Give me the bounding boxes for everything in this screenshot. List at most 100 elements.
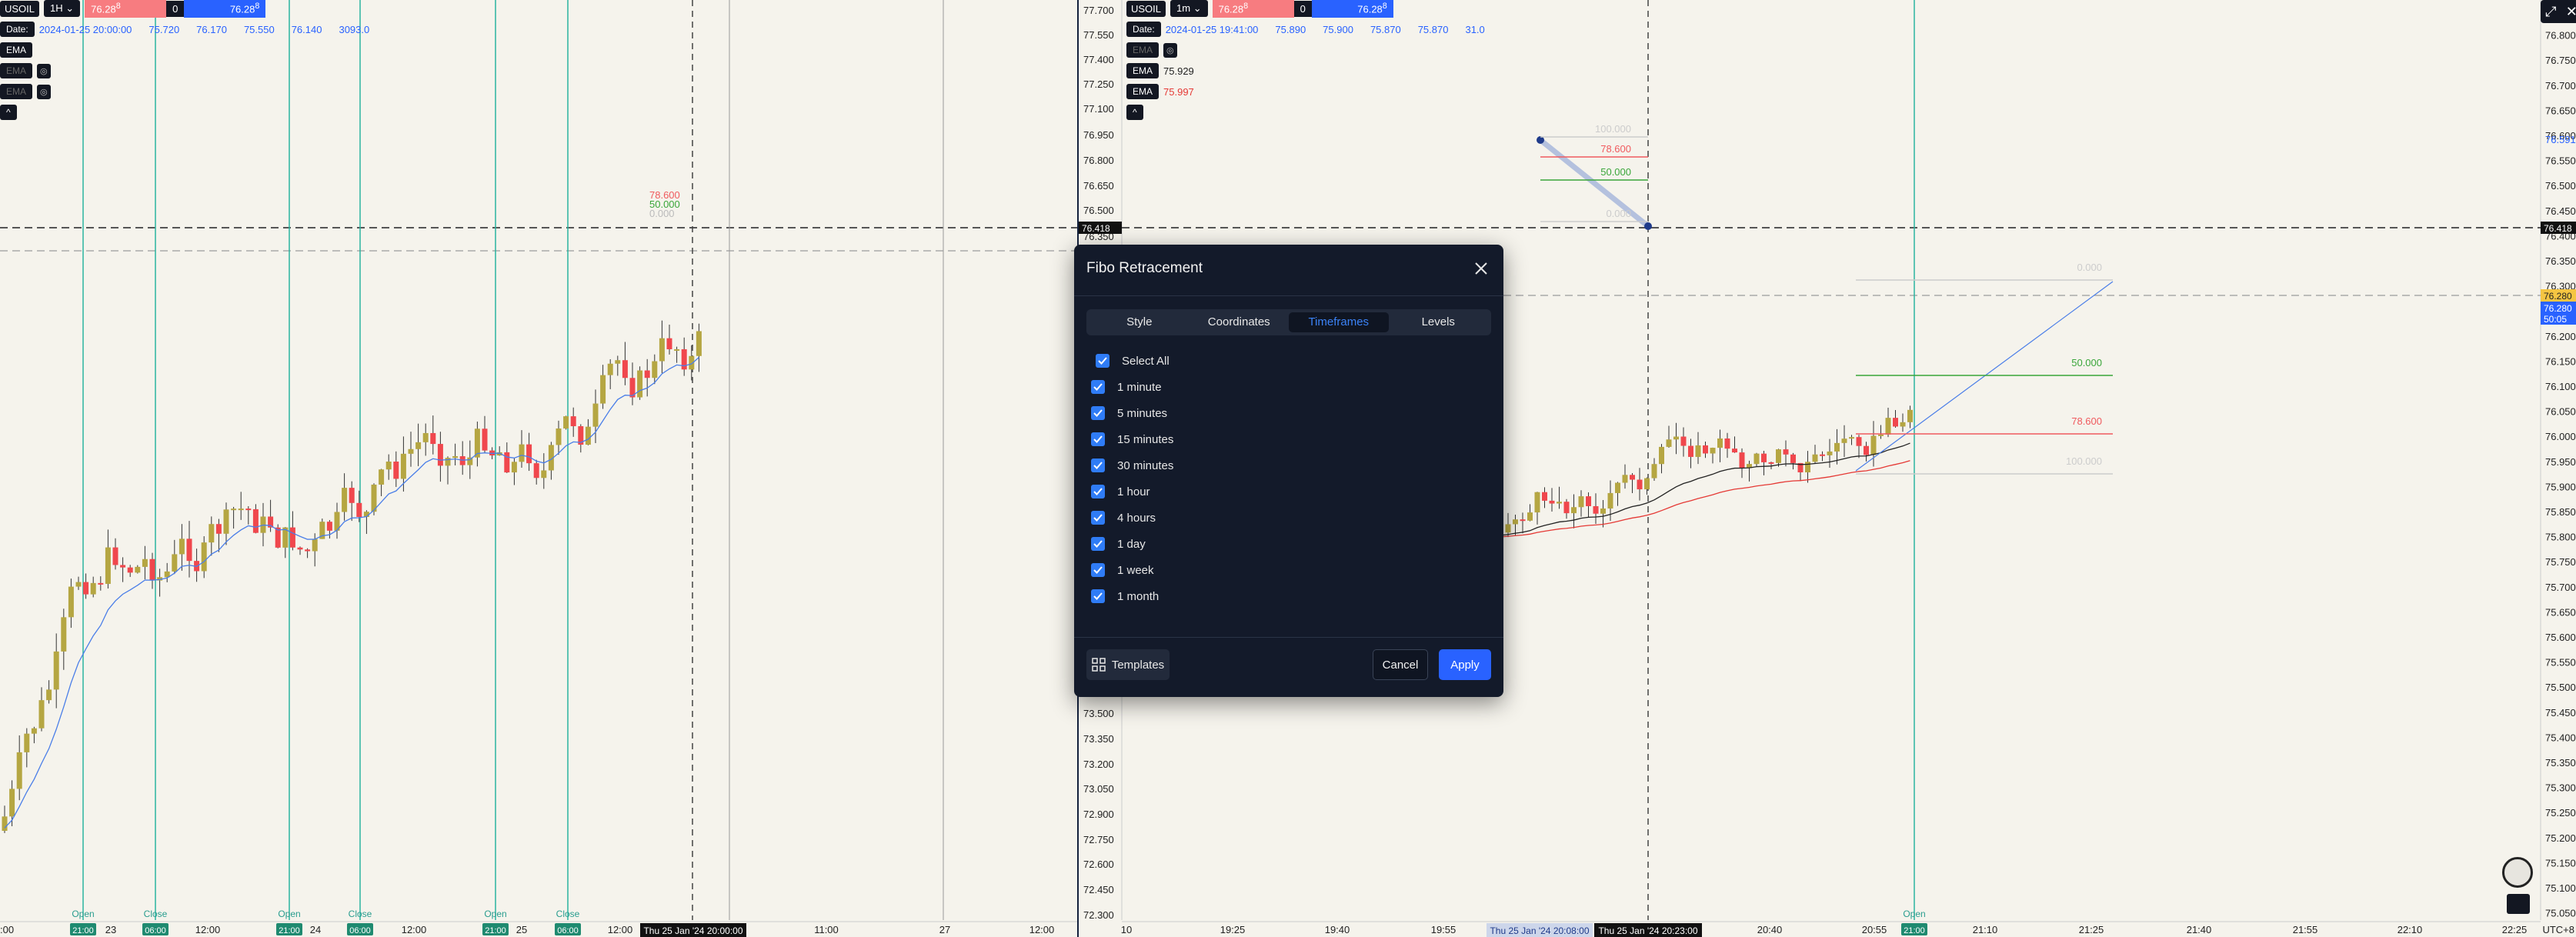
- candle-body: [1776, 449, 1781, 463]
- window-controls[interactable]: ⤢ ✕: [2541, 0, 2576, 23]
- timeframe-option[interactable]: 4 hours: [1091, 505, 1173, 531]
- grid-icon: [1092, 658, 1106, 672]
- y-tick-label: 77.400: [1083, 54, 1114, 65]
- timeframe-option[interactable]: 1 day: [1091, 531, 1173, 557]
- fib-level-label: 50.000: [1600, 166, 1631, 178]
- checkbox[interactable]: [1091, 432, 1105, 446]
- right-date-label: Date:: [1126, 22, 1161, 37]
- eye-off-icon[interactable]: ◎: [1163, 42, 1177, 58]
- dialog-footer-divider: [1074, 637, 1503, 638]
- timeframe-option[interactable]: 1 minute: [1091, 374, 1173, 400]
- select-all-option[interactable]: Select All: [1096, 348, 1173, 374]
- fib-level-label: 100.000: [1595, 123, 1631, 135]
- cancel-button[interactable]: Cancel: [1373, 649, 1428, 680]
- checkbox-select-all[interactable]: [1096, 354, 1109, 368]
- candle-body: [305, 549, 311, 552]
- x-tick-label: 20:40: [1757, 924, 1783, 935]
- candle-body: [1878, 434, 1884, 436]
- maximize-icon[interactable]: ⤢: [2545, 4, 2556, 20]
- candle-body: [75, 582, 82, 587]
- candle-body: [482, 428, 488, 451]
- apply-button[interactable]: Apply: [1439, 649, 1491, 680]
- checkbox[interactable]: [1091, 563, 1105, 577]
- tab-coordinates[interactable]: Coordinates: [1190, 312, 1290, 332]
- y-tick-label: 76.200: [2545, 331, 2576, 342]
- candle-body: [90, 582, 96, 595]
- right-bid-price[interactable]: 76.288: [1212, 0, 1294, 18]
- fib-anchor-handle: [1644, 222, 1652, 230]
- left-timeframe[interactable]: 1H ⌄: [44, 0, 81, 17]
- left-chart-canvas[interactable]: 78.60050.0000.000Open21:00Close06:00Open…: [0, 0, 1077, 937]
- magnet-icon[interactable]: [2502, 857, 2533, 888]
- candle-body: [1907, 409, 1913, 422]
- close-icon[interactable]: [1471, 258, 1491, 278]
- templates-button[interactable]: Templates: [1086, 649, 1170, 680]
- right-ema-tag-1[interactable]: EMA: [1126, 42, 1160, 58]
- candle-body: [1542, 492, 1547, 501]
- candle-body: [592, 403, 599, 427]
- checkbox[interactable]: [1091, 511, 1105, 525]
- close-icon[interactable]: ✕: [2566, 4, 2576, 20]
- tab-style[interactable]: Style: [1089, 312, 1190, 332]
- timeframe-option[interactable]: 1 month: [1091, 583, 1173, 609]
- eye-off-icon[interactable]: ◎: [37, 63, 51, 78]
- candle-body: [252, 509, 259, 533]
- right-ema-tag-3[interactable]: EMA: [1126, 84, 1160, 99]
- screenshot-icon[interactable]: [2507, 894, 2530, 914]
- candle-body: [1820, 454, 1825, 456]
- y-tick-label: 73.500: [1083, 708, 1114, 719]
- right-ask-price[interactable]: 76.288: [1311, 0, 1393, 18]
- timeframe-option-list: 1 minute 5 minutes 15 minutes 30 minutes 1 h…: [1091, 374, 1173, 609]
- left-chart-pane[interactable]: 78.600 50.000 0.000 Open 21:00 Close 06:00 Open…: [0, 0, 1077, 937]
- check-icon: [1093, 540, 1103, 548]
- checkbox[interactable]: [1091, 485, 1105, 499]
- right-collapse-button[interactable]: ^: [1126, 105, 1143, 120]
- candle-body: [696, 331, 702, 356]
- left-ema-tag-1[interactable]: EMA: [0, 42, 33, 58]
- timeframe-option-label: 1 day: [1117, 537, 1146, 551]
- right-ema-value-2: 75.929: [1163, 65, 1194, 77]
- session-badge-label: 06:00: [349, 926, 371, 935]
- candle-body: [385, 462, 392, 470]
- right-ema-tag-2[interactable]: EMA: [1126, 63, 1160, 78]
- candle-body: [1534, 492, 1540, 513]
- left-ema-tag-2[interactable]: EMA: [0, 63, 33, 78]
- y-tick-label: 76.700: [2545, 80, 2576, 92]
- left-ema-tag-3[interactable]: EMA: [0, 84, 33, 99]
- select-all-label: Select All: [1122, 354, 1170, 368]
- checkbox[interactable]: [1091, 380, 1105, 394]
- timeframe-option[interactable]: 5 minutes: [1091, 400, 1173, 426]
- left-bid-price[interactable]: 76.288: [85, 0, 167, 18]
- candle-body: [607, 363, 613, 375]
- tab-timeframes[interactable]: Timeframes: [1289, 312, 1389, 332]
- right-symbol[interactable]: USOIL: [1126, 0, 1166, 17]
- candle-body: [400, 453, 406, 479]
- candle-body: [437, 444, 443, 466]
- timeframe-option[interactable]: 1 hour: [1091, 479, 1173, 505]
- timeframe-option[interactable]: 30 minutes: [1091, 452, 1173, 479]
- candle-body: [2, 816, 8, 831]
- left-ask-price[interactable]: 76.288: [184, 0, 266, 18]
- timeframe-option[interactable]: 1 week: [1091, 557, 1173, 583]
- checkbox[interactable]: [1091, 537, 1105, 551]
- left-collapse-button[interactable]: ^: [0, 105, 17, 120]
- fib-trend-line: [1855, 281, 2114, 472]
- checkbox[interactable]: [1091, 406, 1105, 420]
- right-timeframe[interactable]: 1m ⌄: [1170, 0, 1208, 17]
- fib-level-label: 0.000: [2077, 262, 2102, 273]
- candle-body: [1549, 500, 1555, 504]
- checkbox[interactable]: [1091, 458, 1105, 472]
- tab-levels[interactable]: Levels: [1389, 312, 1489, 332]
- candle-body: [666, 338, 672, 349]
- checkbox[interactable]: [1091, 589, 1105, 603]
- timeframe-option[interactable]: 15 minutes: [1091, 426, 1173, 452]
- left-date-label: Date:: [0, 22, 35, 37]
- eye-off-icon[interactable]: ◎: [37, 84, 51, 99]
- candle-body: [120, 565, 126, 568]
- right-close: 75.870: [1417, 23, 1449, 35]
- x-tick-label: 21:55: [2293, 924, 2318, 935]
- candle-body: [1586, 496, 1591, 506]
- candle-body: [209, 524, 215, 543]
- left-symbol[interactable]: USOIL: [0, 0, 40, 17]
- y-tick-label: 75.800: [2545, 532, 2576, 543]
